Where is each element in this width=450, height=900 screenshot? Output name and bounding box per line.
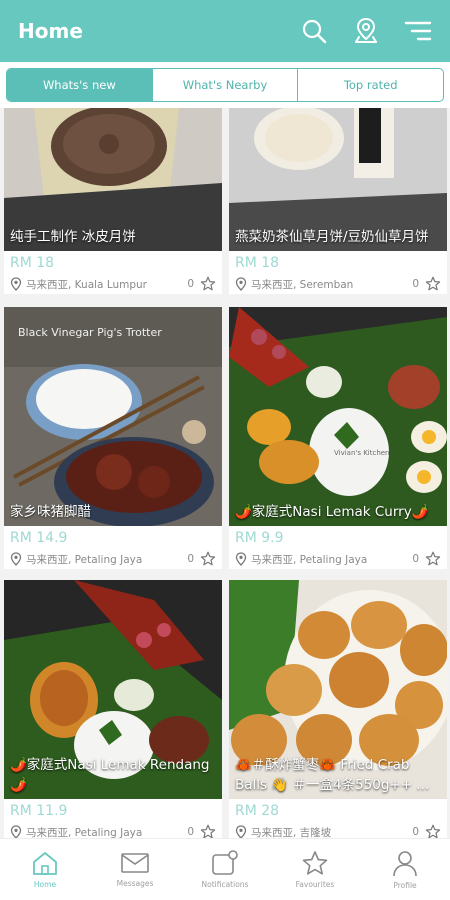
nav-label-home: Home (33, 880, 57, 889)
page-title: Home (18, 19, 83, 43)
photo-text: Vivian's Kitchen (334, 449, 390, 457)
location-pin-icon (10, 552, 22, 566)
location-pin-icon (10, 825, 22, 838)
listing-location: 马来西亚, Petaling Jaya (251, 553, 368, 566)
favorite-count: 0 (412, 553, 419, 565)
nav-label-notifications: Notifications (201, 880, 249, 889)
location-pin-icon (235, 552, 247, 566)
location-icon[interactable] (352, 17, 380, 45)
listing-photo: Vivian's Kitchen 🌶️家庭式Nasi Lemak Curry🌶️ (229, 307, 447, 526)
listing-photo: 🦀＃酥炸蟹枣🦀 Fried Crab Balls 👋 ＃一盒4条550g++ .… (229, 580, 447, 799)
person-icon (393, 851, 417, 877)
star-icon[interactable] (200, 551, 216, 567)
tab-whats-nearby[interactable]: What's Nearby (151, 69, 298, 101)
filter-icon[interactable] (404, 17, 432, 45)
listing-card[interactable]: Black Vinegar Pig's Trotter 家乡味猪脚醋 RM 14… (4, 307, 222, 569)
listing-card[interactable]: 燕菜奶茶仙草月饼/豆奶仙草月饼 RM 18 马来西亚, Seremban 0 (229, 108, 447, 294)
listing-grid: 纯手工制作 冰皮月饼 RM 18 马来西亚, Kuala Lumpur 0 燕菜… (0, 108, 450, 838)
nav-notifications[interactable]: Notifications (180, 839, 270, 900)
listing-title: 🌶️家庭式Nasi Lemak Rendang🌶️ (10, 757, 210, 793)
listing-card[interactable]: 🦀＃酥炸蟹枣🦀 Fried Crab Balls 👋 ＃一盒4条550g++ .… (229, 580, 447, 838)
location-pin-icon (235, 277, 247, 291)
listing-title: 🌶️家庭式Nasi Lemak Curry🌶️ (235, 504, 429, 520)
location-pin-icon (10, 277, 22, 291)
app-screen: Home Whats's new What's Nearby Top rated (0, 0, 450, 900)
nav-messages[interactable]: Messages (90, 839, 180, 900)
listing-title: 燕菜奶茶仙草月饼/豆奶仙草月饼 (235, 229, 429, 245)
listing-title: 纯手工制作 冰皮月饼 (10, 229, 136, 245)
listing-price: RM 11.9 (10, 803, 68, 819)
favorite-count: 0 (412, 826, 419, 838)
star-icon[interactable] (425, 551, 441, 567)
search-icon[interactable] (300, 17, 328, 45)
listing-photo: 纯手工制作 冰皮月饼 (4, 108, 222, 251)
location-pin-icon (235, 825, 247, 838)
listing-title: 家乡味猪脚醋 (10, 504, 91, 520)
listing-price: RM 18 (235, 255, 280, 271)
listing-location: 马来西亚, Kuala Lumpur (26, 278, 148, 291)
listing-card[interactable]: 纯手工制作 冰皮月饼 RM 18 马来西亚, Kuala Lumpur 0 (4, 108, 222, 294)
nav-profile[interactable]: Profile (360, 839, 450, 900)
star-icon[interactable] (200, 824, 216, 838)
notification-icon (212, 850, 238, 875)
star-icon[interactable] (425, 276, 441, 292)
home-icon (33, 852, 57, 875)
nav-home[interactable]: Home (0, 839, 90, 900)
star-icon[interactable] (200, 276, 216, 292)
listing-price: RM 9.9 (235, 530, 284, 546)
star-icon[interactable] (425, 824, 441, 838)
nav-favourites[interactable]: Favourites (270, 839, 360, 900)
listing-location: 马来西亚, 吉隆坡 (251, 826, 332, 839)
nav-label-favourites: Favourites (295, 880, 335, 889)
listing-price: RM 18 (10, 255, 55, 271)
listing-location: 马来西亚, Petaling Jaya (26, 826, 143, 839)
favorite-count: 0 (187, 553, 194, 565)
tab-top-rated[interactable]: Top rated (297, 69, 443, 101)
listing-photo: 燕菜奶茶仙草月饼/豆奶仙草月饼 (229, 108, 447, 251)
listing-title: 🦀＃酥炸蟹枣🦀 Fried Crab Balls 👋 ＃一盒4条550g++ .… (235, 757, 430, 793)
favorite-count: 0 (187, 278, 194, 290)
tab-whats-new[interactable]: Whats's new (7, 69, 152, 101)
listing-card[interactable]: Vivian's Kitchen 🌶️家庭式Nasi Lemak Curry🌶️… (229, 307, 447, 569)
tab-bar: Whats's new What's Nearby Top rated (0, 62, 450, 108)
top-app-bar: Home (0, 0, 450, 62)
favorite-count: 0 (412, 278, 419, 290)
listing-photo: 🌶️家庭式Nasi Lemak Rendang🌶️ (4, 580, 222, 799)
photo-text: Black Vinegar Pig's Trotter (18, 326, 162, 339)
nav-label-profile: Profile (393, 881, 417, 890)
listing-price: RM 14.9 (10, 530, 68, 546)
nav-label-messages: Messages (116, 879, 154, 888)
listing-price: RM 28 (235, 803, 280, 819)
bottom-navigation: Home Messages Notifications Favourites P… (0, 838, 450, 900)
listing-location: 马来西亚, Seremban (251, 278, 354, 291)
mail-icon (121, 853, 149, 873)
listing-location: 马来西亚, Petaling Jaya (26, 553, 143, 566)
favorite-count: 0 (187, 826, 194, 838)
listing-card[interactable]: 🌶️家庭式Nasi Lemak Rendang🌶️ RM 11.9 马来西亚, … (4, 580, 222, 838)
star-icon (302, 851, 328, 875)
listing-photo: Black Vinegar Pig's Trotter 家乡味猪脚醋 (4, 307, 222, 526)
